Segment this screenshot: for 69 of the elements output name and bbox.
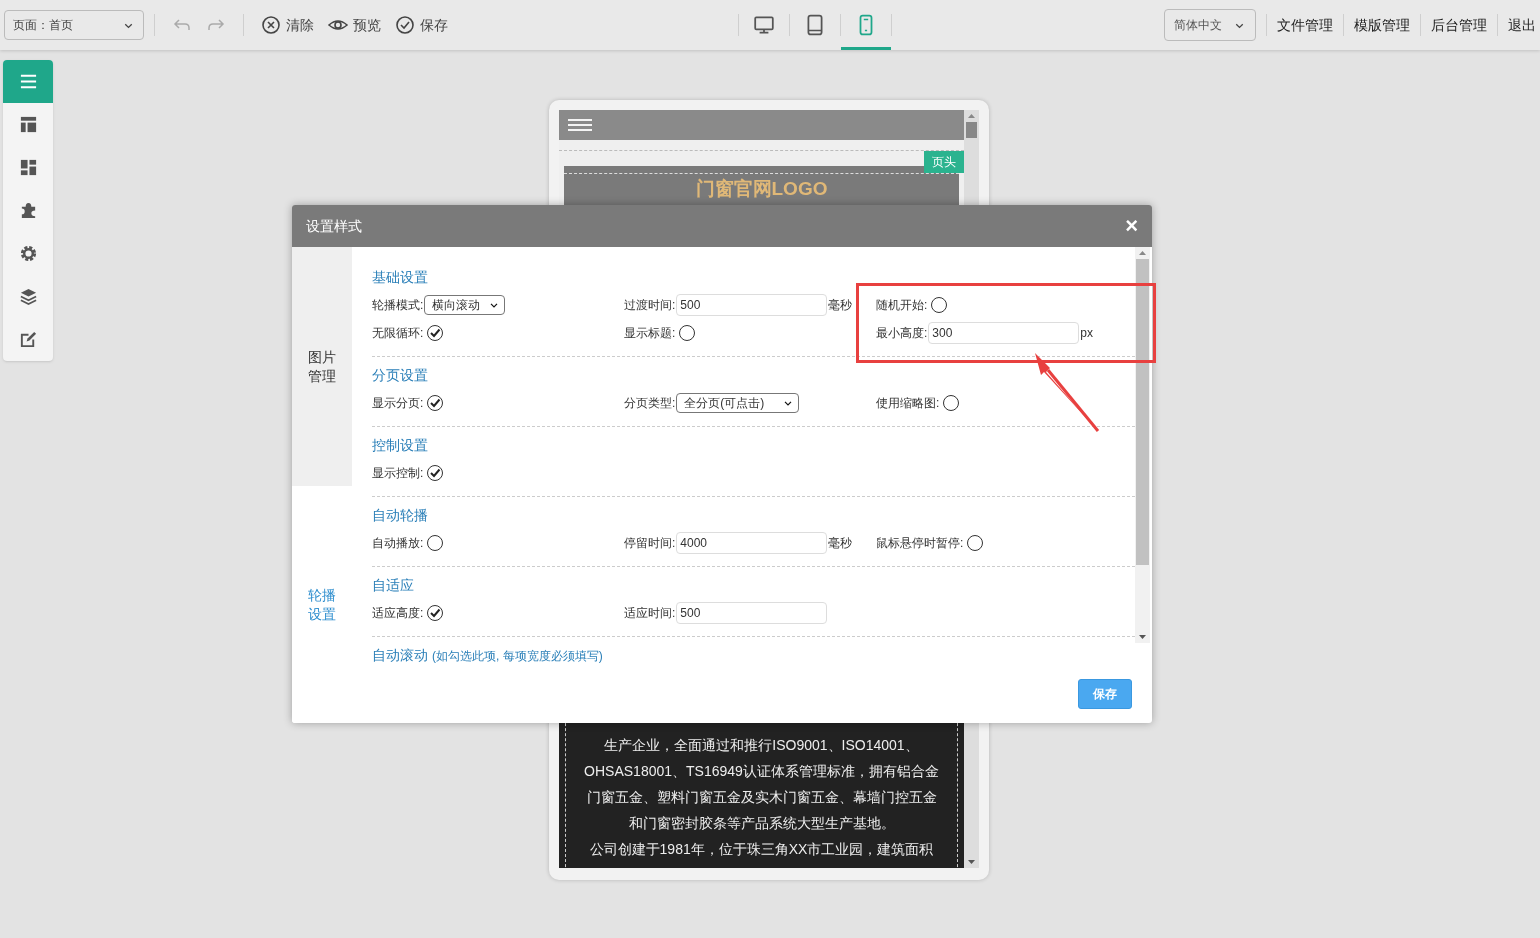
field-label: 显示控制: [372, 465, 424, 482]
section-note: (如勾选此项, 每项宽度必须填写) [432, 648, 603, 665]
field-label: 适应高度: [372, 605, 424, 622]
field-label: 停留时间: [624, 535, 676, 552]
menu-icon [18, 72, 38, 91]
toolbar-button[interactable]: 保存 [388, 10, 455, 40]
toolbar-button[interactable]: 清除 [254, 10, 321, 40]
page-dropdown[interactable]: 页面：首页 [4, 10, 144, 40]
scrollbar[interactable] [1135, 247, 1150, 643]
scroll-down-icon [1139, 635, 1146, 639]
dashboard-icon [18, 158, 38, 177]
field-label: 使用缩略图: [876, 395, 940, 412]
nav-link[interactable]: 模版管理 [1354, 14, 1410, 36]
field-label: 显示分页: [372, 395, 424, 412]
text-line: 公司创建于1981年，位于珠三角XX市工业园，建筑面积 [589, 840, 934, 859]
side-tab[interactable]: 轮播设置 [292, 486, 352, 723]
input-field[interactable]: 300 [928, 322, 1080, 344]
input-field[interactable]: 500 [676, 602, 828, 624]
text-line: 门窗五金、塑料门窗五金及实木门窗五金、幕墙门控五金 [586, 788, 937, 807]
field-label: 过渡时间: [624, 297, 676, 314]
nav-link[interactable]: 后台管理 [1431, 14, 1487, 36]
field-label: 无限循环: [372, 325, 424, 342]
edit-icon [18, 330, 38, 349]
section-title: 自动轮播 [372, 506, 428, 525]
field-label: 适应时间: [624, 605, 676, 622]
unit-label: 毫秒 [828, 297, 853, 314]
unit-label: px [1080, 325, 1094, 342]
unit-label: 毫秒 [828, 535, 853, 552]
input-field[interactable]: 4000 [676, 532, 828, 554]
nav-link[interactable]: 退出 [1508, 14, 1536, 36]
nav-link[interactable]: 文件管理 [1277, 14, 1333, 36]
close-button[interactable]: × [1125, 215, 1138, 237]
dialog-title: 设置样式 [306, 216, 362, 236]
language-dropdown[interactable]: 简体中文 [1164, 9, 1256, 41]
field-label: 自动播放: [372, 535, 424, 552]
section-title: 控制设置 [372, 436, 428, 455]
toolbar-button[interactable]: 预览 [321, 10, 388, 40]
field-label: 显示标题: [624, 325, 676, 342]
section-title: 自适应 [372, 576, 414, 595]
field-label: 随机开始: [876, 297, 928, 314]
check-circle-icon [395, 15, 415, 35]
text-line: OHSAS18001、TS16949认证体系管理标准，拥有铝合金 [584, 762, 939, 781]
scroll-thumb[interactable] [1136, 259, 1149, 565]
scroll-up-icon [968, 114, 975, 118]
menu-tool-button[interactable] [3, 60, 53, 103]
field-label: 分页类型: [624, 395, 676, 412]
field-label: 轮播模式: [372, 297, 424, 314]
dropdown[interactable]: 全分页(可点击) [676, 393, 800, 413]
scroll-down-icon [968, 860, 975, 864]
section-tag: 页头 [924, 151, 964, 173]
side-tab[interactable]: 图片管理 [292, 247, 352, 486]
layers-icon [18, 287, 38, 306]
section-title: 分页设置 [372, 366, 428, 385]
field-label: 最小高度: [876, 325, 928, 342]
input-field[interactable]: 500 [676, 294, 828, 316]
dropdown[interactable]: 横向滚动 [424, 295, 506, 315]
clear-icon [261, 15, 281, 35]
scroll-up-icon [1139, 251, 1146, 255]
settings-icon [18, 244, 38, 263]
monitor-icon [753, 14, 775, 36]
logo-text: 门窗官网LOGO [695, 178, 828, 199]
text-line: 和门窗密封胶条等产品系统大型生产基地。 [628, 814, 895, 833]
scroll-thumb[interactable] [966, 122, 977, 138]
section-title: 自动滚动 [372, 646, 428, 665]
section-title: 基础设置 [372, 268, 428, 287]
layout-icon [18, 115, 38, 134]
text-line: 生产企业，全面通过和推行ISO9001、ISO14001、 [604, 736, 919, 755]
field-label: 鼠标悬停时暂停: [876, 535, 964, 552]
menu-icon [568, 119, 592, 131]
